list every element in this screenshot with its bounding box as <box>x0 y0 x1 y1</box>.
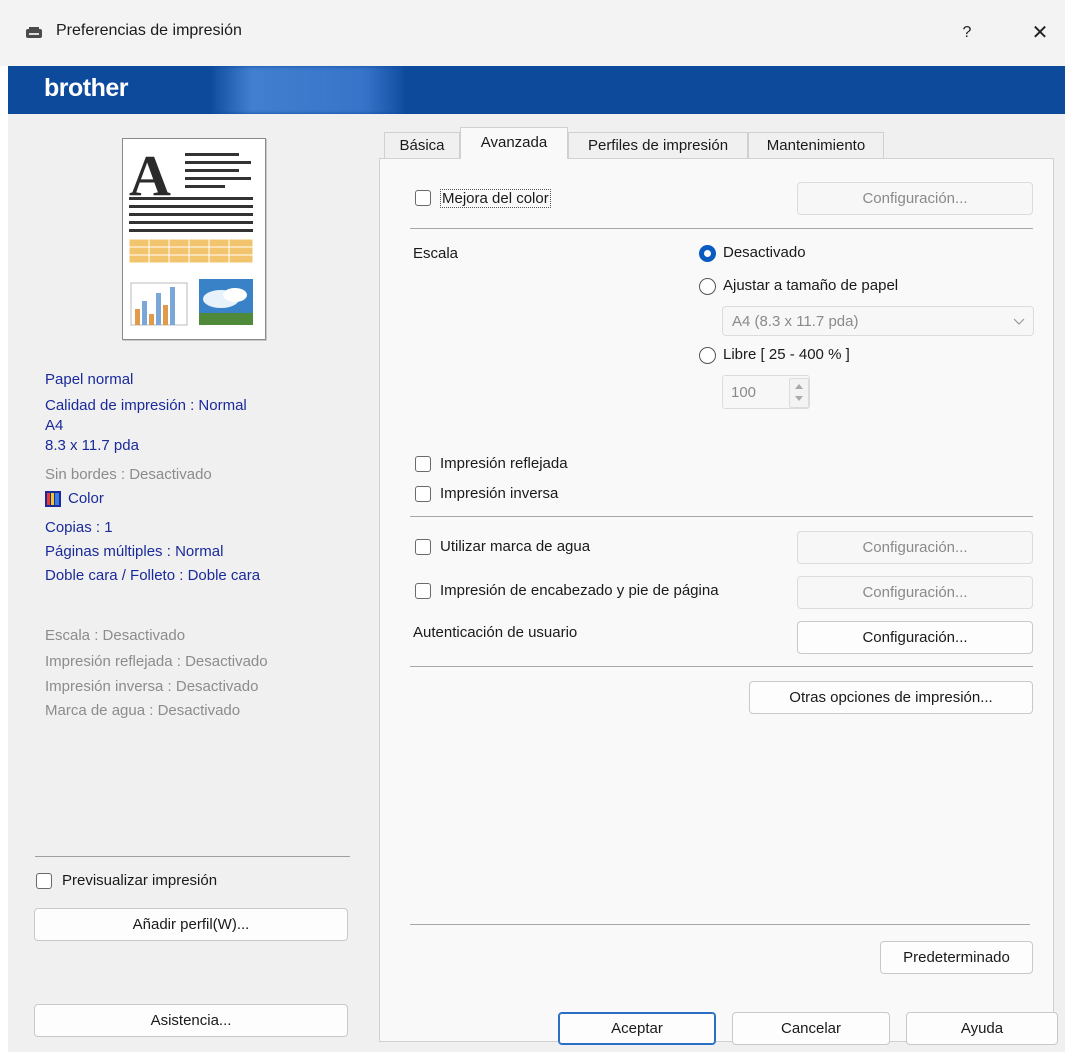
user-auth-config-button[interactable]: Configuración... <box>797 621 1033 654</box>
separator-1 <box>410 228 1033 229</box>
scale-off-label[interactable]: Desactivado <box>723 244 806 261</box>
add-profile-button[interactable]: Añadir perfil(W)... <box>34 908 348 941</box>
brother-logo: brother <box>44 74 129 102</box>
support-button[interactable]: Asistencia... <box>34 1004 348 1037</box>
reverse-label[interactable]: Impresión inversa <box>440 485 558 502</box>
left-separator <box>35 856 350 857</box>
tab-avanzada[interactable]: Avanzada <box>460 127 568 159</box>
other-options-button[interactable]: Otras opciones de impresión... <box>749 681 1033 714</box>
summary-duplex: Doble cara / Folleto : Doble cara <box>45 567 261 584</box>
paper-size-value: A4 (8.3 x 11.7 pda) <box>732 313 859 330</box>
watermark-checkbox[interactable] <box>415 539 431 555</box>
ok-button[interactable]: Aceptar <box>558 1012 716 1045</box>
separator-3 <box>410 666 1033 667</box>
brand-banner: brother <box>8 66 1065 114</box>
summary-paper-type: Papel normal <box>45 371 134 388</box>
summary-watermark: Marca de agua : Desactivado <box>45 702 241 719</box>
scale-label: Escala <box>413 245 459 262</box>
cancel-button[interactable]: Cancelar <box>732 1012 890 1045</box>
scale-fit-label[interactable]: Ajustar a tamaño de papel <box>723 277 898 294</box>
tab-mantenimiento[interactable]: Mantenimiento <box>748 132 884 158</box>
reverse-checkbox[interactable] <box>415 486 431 502</box>
chevron-down-icon <box>1013 318 1025 325</box>
paper-size-select[interactable]: A4 (8.3 x 11.7 pda) <box>722 306 1034 336</box>
summary-borderless: Sin bordes : Desactivado <box>45 466 212 483</box>
summary-size: A4 <box>45 417 64 434</box>
close-button[interactable]: ✕ <box>1025 18 1055 48</box>
summary-color: Color <box>68 490 104 507</box>
color-config-button[interactable]: Configuración... <box>797 182 1033 215</box>
header-footer-checkbox[interactable] <box>415 583 431 599</box>
spinner-buttons[interactable] <box>789 378 809 408</box>
summary-copies: Copias : 1 <box>45 519 113 536</box>
summary-multipage: Páginas múltiples : Normal <box>45 543 224 560</box>
model-name-blurred <box>213 66 403 114</box>
watermark-label[interactable]: Utilizar marca de agua <box>440 538 590 555</box>
tab-basica[interactable]: Básica <box>384 132 460 158</box>
window-title: Preferencias de impresión <box>56 22 242 39</box>
summary-reverse: Impresión inversa : Desactivado <box>45 678 259 695</box>
color-enhance-label[interactable]: Mejora del color <box>440 189 551 208</box>
tab-perfiles[interactable]: Perfiles de impresión <box>568 132 748 158</box>
printer-icon <box>26 27 42 38</box>
preview-checkbox-label[interactable]: Previsualizar impresión <box>62 872 217 889</box>
watermark-config-button[interactable]: Configuración... <box>797 531 1033 564</box>
mirror-checkbox[interactable] <box>415 456 431 472</box>
print-preview-thumbnail: A <box>122 138 266 340</box>
header-footer-label[interactable]: Impresión de encabezado y pie de página <box>440 582 719 599</box>
spin-down-icon[interactable] <box>795 396 803 401</box>
scale-value-spinner[interactable]: 100 <box>722 375 810 409</box>
help-button[interactable]: Ayuda <box>906 1012 1058 1045</box>
scale-free-label[interactable]: Libre [ 25 - 400 % ] <box>723 346 850 363</box>
summary-quality: Calidad de impresión : Normal <box>45 397 247 414</box>
preview-illustration: A <box>128 143 254 326</box>
spin-up-icon[interactable] <box>795 384 803 389</box>
color-icon <box>45 491 61 507</box>
separator-2 <box>410 516 1033 517</box>
scale-value: 100 <box>731 384 757 401</box>
summary-mirror: Impresión reflejada : Desactivado <box>45 653 268 670</box>
color-enhance-checkbox[interactable] <box>415 190 431 206</box>
separator-4 <box>410 924 1030 925</box>
mirror-label[interactable]: Impresión reflejada <box>440 455 568 472</box>
summary-scale: Escala : Desactivado <box>45 627 186 644</box>
summary-dimensions: 8.3 x 11.7 pda <box>45 437 139 454</box>
default-button[interactable]: Predeterminado <box>880 941 1033 974</box>
help-title-button[interactable]: ? <box>955 18 979 48</box>
scale-fit-radio[interactable] <box>699 278 716 295</box>
scale-off-radio[interactable] <box>699 245 716 262</box>
user-auth-label: Autenticación de usuario <box>413 624 578 641</box>
scale-free-radio[interactable] <box>699 347 716 364</box>
header-footer-config-button[interactable]: Configuración... <box>797 576 1033 609</box>
preview-checkbox[interactable] <box>36 873 52 889</box>
